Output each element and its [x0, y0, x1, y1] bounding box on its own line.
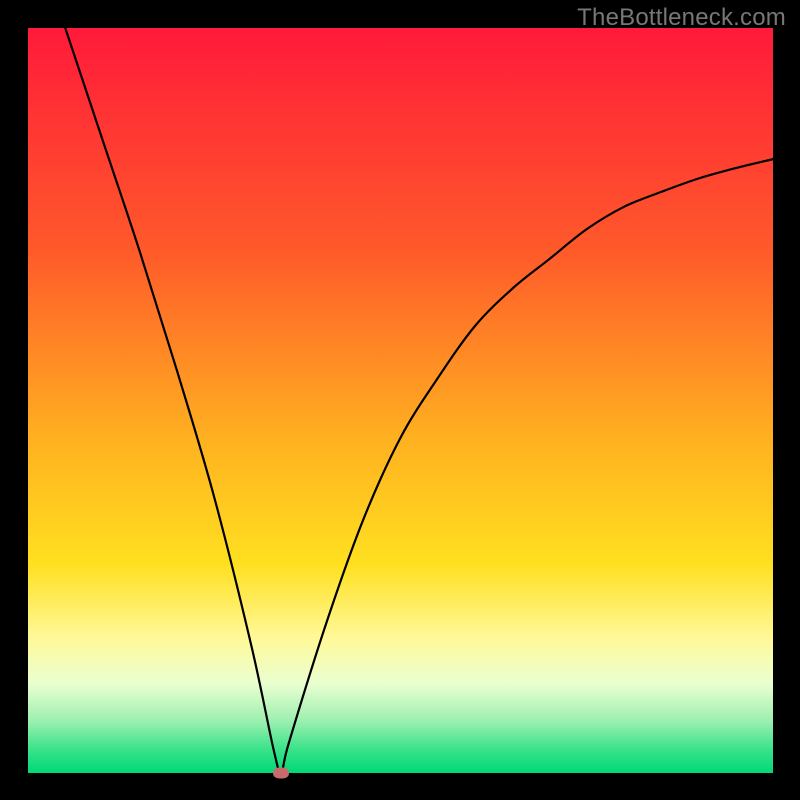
curve-min-marker	[273, 768, 289, 779]
plot-background	[28, 28, 773, 773]
chart-frame: TheBottleneck.com	[0, 0, 800, 800]
chart-svg	[0, 0, 800, 800]
watermark-label: TheBottleneck.com	[577, 4, 786, 32]
